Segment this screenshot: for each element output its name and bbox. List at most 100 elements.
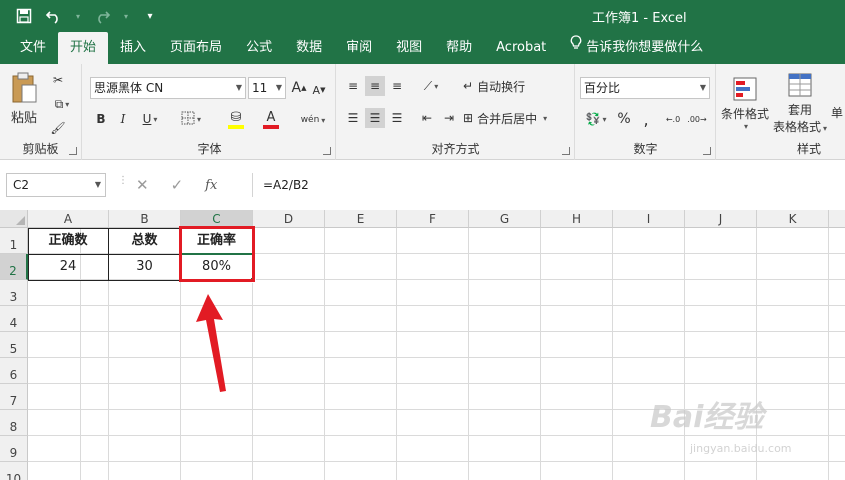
fill-handle[interactable]: [250, 277, 256, 283]
chevron-down-icon: ▼: [699, 83, 706, 92]
title-bar: ▾ ▾ ▾ 工作簿1 - Excel: [0, 0, 845, 32]
formula-input[interactable]: =A2/B2: [252, 173, 845, 197]
align-top-button[interactable]: ≡: [343, 76, 363, 96]
tab-acrobat[interactable]: Acrobat: [484, 32, 558, 64]
decrease-indent-button[interactable]: ⇤: [417, 108, 437, 128]
align-middle-button[interactable]: ≡: [365, 76, 385, 96]
customize-qat-icon[interactable]: ▾: [140, 6, 160, 26]
enter-icon[interactable]: ✓: [171, 176, 184, 194]
italic-button[interactable]: I: [114, 109, 132, 129]
decrease-decimal-button[interactable]: .00→: [686, 109, 708, 129]
font-color-bar: [263, 125, 279, 129]
align-center-button[interactable]: ☰: [365, 108, 385, 128]
tell-me-search[interactable]: 告诉我你想要做什么: [558, 32, 715, 64]
tab-home[interactable]: 开始: [58, 32, 109, 64]
tab-page-layout[interactable]: 页面布局: [158, 32, 234, 64]
tab-insert[interactable]: 插入: [108, 32, 158, 64]
dialog-launcher-icon[interactable]: [703, 147, 711, 155]
number-format-value: 百分比: [584, 81, 621, 95]
worksheet-grid[interactable]: A B C D E F G H I J K 1 2 3 4 5 6 7 8 9 …: [0, 210, 845, 480]
shrink-font-button[interactable]: A ▼: [310, 80, 328, 100]
cell-b2[interactable]: 30: [109, 254, 181, 280]
orientation-button[interactable]: ⟋ ▾: [417, 76, 445, 96]
format-as-table-button[interactable]: 套用 表格格式 ▾: [771, 72, 829, 134]
paste-button[interactable]: 粘贴: [6, 70, 42, 128]
row-header-10[interactable]: 10: [0, 462, 28, 480]
column-header-h[interactable]: H: [541, 210, 613, 228]
cell-c1[interactable]: 正确率: [181, 228, 253, 254]
align-bottom-button[interactable]: ≡: [387, 76, 407, 96]
cell-a1[interactable]: 正确数: [28, 228, 109, 254]
wrap-text-button[interactable]: ↵ 自动换行: [463, 76, 539, 96]
row-header-8[interactable]: 8: [0, 410, 28, 436]
comma-style-button[interactable]: ,: [636, 109, 656, 129]
align-right-button[interactable]: ☰: [387, 108, 407, 128]
accounting-format-button[interactable]: 💱 ▾: [580, 109, 612, 129]
styles-group: 条件格式 ▾ 套用 表格格式 ▾ 单 样式: [717, 64, 845, 160]
cell-a2[interactable]: 24: [28, 254, 109, 280]
dialog-launcher-icon[interactable]: [562, 147, 570, 155]
column-header-a[interactable]: A: [28, 210, 109, 228]
clipboard-icon: [10, 72, 38, 107]
underline-button[interactable]: U ▾: [136, 109, 164, 129]
row-header-1[interactable]: 1: [0, 228, 28, 254]
row-header-5[interactable]: 5: [0, 332, 28, 358]
column-header-b[interactable]: B: [109, 210, 181, 228]
column-header-c[interactable]: C: [181, 210, 253, 228]
column-header-f[interactable]: F: [397, 210, 469, 228]
merge-center-button[interactable]: ⊞ 合并后居中 ▾: [463, 108, 563, 128]
grow-font-button[interactable]: A ▲: [290, 78, 308, 98]
column-header-k[interactable]: K: [757, 210, 829, 228]
row-header-3[interactable]: 3: [0, 280, 28, 306]
column-header-d[interactable]: D: [253, 210, 325, 228]
increase-decimal-button[interactable]: ←.0: [662, 109, 684, 129]
cell-styles-button[interactable]: 单: [831, 102, 845, 122]
insert-function-icon[interactable]: fx: [205, 178, 217, 193]
column-header-l[interactable]: [829, 210, 845, 228]
borders-button[interactable]: ▾: [176, 109, 206, 129]
cut-button[interactable]: ✂: [48, 70, 68, 90]
row-header-2[interactable]: 2: [0, 254, 28, 280]
dialog-launcher-icon[interactable]: [69, 147, 77, 155]
redo-icon[interactable]: [92, 6, 112, 26]
align-left-button[interactable]: ☰: [343, 108, 363, 128]
dialog-launcher-icon[interactable]: [323, 147, 331, 155]
number-format-select[interactable]: 百分比 ▼: [580, 77, 710, 99]
lightbulb-icon: [570, 32, 582, 64]
column-header-g[interactable]: G: [469, 210, 541, 228]
row-header-6[interactable]: 6: [0, 358, 28, 384]
column-header-i[interactable]: I: [613, 210, 685, 228]
row-header-4[interactable]: 4: [0, 306, 28, 332]
cell-b1[interactable]: 总数: [109, 228, 181, 254]
chevron-down-icon[interactable]: ▾: [122, 6, 130, 26]
cell-c2[interactable]: 80%: [181, 254, 253, 280]
phonetic-button[interactable]: wén ▾: [298, 109, 328, 131]
row-header-7[interactable]: 7: [0, 384, 28, 410]
copy-button[interactable]: ⧉ ▾: [46, 94, 78, 114]
tab-help[interactable]: 帮助: [434, 32, 484, 64]
cancel-icon[interactable]: ✕: [136, 176, 149, 194]
font-color-button[interactable]: A: [256, 109, 286, 131]
column-header-j[interactable]: J: [685, 210, 757, 228]
tab-formulas[interactable]: 公式: [234, 32, 284, 64]
save-icon[interactable]: [14, 6, 34, 26]
font-name-select[interactable]: 思源黑体 CN ▼: [90, 77, 246, 99]
select-all-button[interactable]: [0, 210, 28, 228]
column-header-e[interactable]: E: [325, 210, 397, 228]
formula-bar-grip[interactable]: ⋮: [118, 176, 128, 186]
conditional-format-button[interactable]: 条件格式 ▾: [719, 72, 771, 134]
name-box[interactable]: C2 ▼: [6, 173, 106, 197]
tab-review[interactable]: 审阅: [334, 32, 384, 64]
row-header-9[interactable]: 9: [0, 436, 28, 462]
increase-indent-button[interactable]: ⇥: [439, 108, 459, 128]
tab-view[interactable]: 视图: [384, 32, 434, 64]
fill-color-button[interactable]: ⛁: [220, 109, 252, 131]
percent-style-button[interactable]: %: [614, 109, 634, 129]
undo-icon[interactable]: [44, 6, 64, 26]
format-painter-button[interactable]: 🖌: [48, 118, 68, 138]
chevron-down-icon[interactable]: ▾: [74, 6, 82, 26]
bold-button[interactable]: B: [92, 109, 110, 129]
tab-file[interactable]: 文件: [8, 32, 58, 64]
font-size-select[interactable]: 11 ▼: [248, 77, 286, 99]
tab-data[interactable]: 数据: [284, 32, 334, 64]
